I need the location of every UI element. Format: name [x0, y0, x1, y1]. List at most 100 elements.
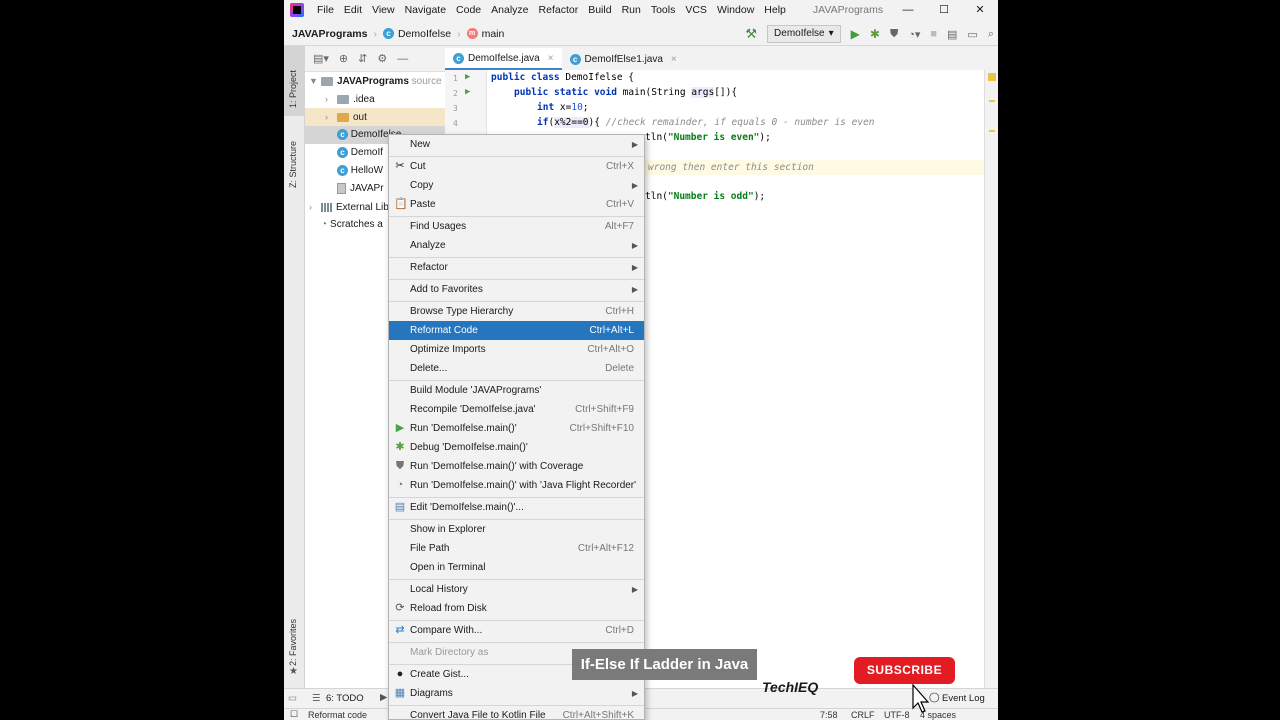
stop-icon[interactable]: ■: [930, 28, 937, 40]
terminal-icon[interactable]: ▭: [967, 28, 977, 41]
view-mode-icon[interactable]: ▤▾: [313, 52, 329, 65]
menu-refactor[interactable]: Refactor: [534, 0, 584, 20]
chevron-right-icon[interactable]: ›: [325, 108, 337, 126]
tree-item-label: External Lib: [336, 202, 389, 213]
menu-item-browse-type-hierarchy[interactable]: Browse Type Hierarchy Ctrl+H: [389, 302, 644, 321]
profile-icon[interactable]: ◔▾: [908, 28, 920, 41]
project-tool-tab[interactable]: 1: Project: [288, 70, 298, 108]
tree-item-out[interactable]: › out: [305, 108, 445, 126]
code-line-7: wrong then enter this section: [648, 162, 814, 173]
menu-item-diagrams[interactable]: ▦ Diagrams ▶: [389, 684, 644, 703]
chevron-right-icon[interactable]: ›: [325, 90, 337, 108]
close-tab-icon[interactable]: ×: [671, 54, 677, 65]
close-icon[interactable]: ✕: [962, 0, 998, 20]
menu-file[interactable]: File: [312, 0, 339, 20]
file-encoding[interactable]: UTF-8: [884, 710, 910, 720]
run-gutter-icon[interactable]: ▶: [465, 87, 470, 97]
menu-item-compare-with[interactable]: ⇄ Compare With... Ctrl+D: [389, 621, 644, 640]
breadcrumb-method[interactable]: main: [482, 28, 505, 40]
menu-item-edit-configuration[interactable]: ▤ Edit 'DemoIfelse.main()'...: [389, 498, 644, 517]
menu-item-cut[interactable]: ✂ Cut Ctrl+X: [389, 157, 644, 176]
chevron-right-icon[interactable]: ›: [309, 198, 321, 216]
menu-item-file-path[interactable]: File Path Ctrl+Alt+F12: [389, 539, 644, 558]
subscribe-button[interactable]: SUBSCRIBE: [854, 657, 955, 684]
menu-item-optimize-imports[interactable]: Optimize Imports Ctrl+Alt+O: [389, 340, 644, 359]
menu-item-build-module[interactable]: Build Module 'JAVAPrograms': [389, 381, 644, 400]
breadcrumb-project[interactable]: JAVAPrograms: [292, 28, 367, 40]
menu-view[interactable]: View: [367, 0, 400, 20]
menu-item-reformat-code[interactable]: Reformat Code Ctrl+Alt+L: [389, 321, 644, 340]
structure-tool-tab[interactable]: Z: Structure: [288, 141, 298, 188]
menu-analyze[interactable]: Analyze: [486, 0, 533, 20]
menu-item-find-usages[interactable]: Find Usages Alt+F7: [389, 217, 644, 236]
menu-navigate[interactable]: Navigate: [400, 0, 451, 20]
menu-item-reload-from-disk[interactable]: ⟳ Reload from Disk: [389, 599, 644, 618]
minimize-icon[interactable]: —: [890, 0, 926, 20]
todo-list-icon: ☰: [312, 693, 321, 704]
menu-item-debug[interactable]: ✱ Debug 'DemoIfelse.main()': [389, 438, 644, 457]
tree-item-label: DemoIf: [350, 147, 384, 158]
left-tool-strip: 1: Project Z: Structure 2: Favorites ★: [284, 46, 305, 710]
run-gutter-icon[interactable]: ▶: [465, 72, 470, 82]
menu-item-paste[interactable]: 📋 Paste Ctrl+V: [389, 195, 644, 214]
menu-window[interactable]: Window: [712, 0, 759, 20]
edit-config-icon: ▤: [394, 501, 406, 513]
build-hammer-icon[interactable]: ⚒: [745, 26, 757, 42]
tree-item-root[interactable]: ▼ JAVAPrograms source: [305, 72, 445, 90]
project-structure-icon[interactable]: ▤: [947, 28, 957, 41]
class-icon: c: [453, 52, 464, 64]
locate-target-icon[interactable]: ⊕: [339, 52, 348, 65]
menu-item-open-in-terminal[interactable]: Open in Terminal: [389, 558, 644, 577]
debug-bug-icon[interactable]: ✱: [870, 27, 880, 41]
error-stripe-marker[interactable]: [989, 100, 995, 102]
menu-item-local-history[interactable]: Local History ▶: [389, 580, 644, 599]
line-separator[interactable]: CRLF: [851, 710, 875, 720]
menu-item-analyze[interactable]: Analyze ▶: [389, 236, 644, 255]
menu-item-copy[interactable]: Copy ▶: [389, 176, 644, 195]
menu-code[interactable]: Code: [451, 0, 486, 20]
maximize-icon[interactable]: ☐: [926, 0, 962, 20]
event-log-tab[interactable]: Event Log: [942, 693, 985, 704]
todo-tab[interactable]: 6: TODO: [326, 693, 364, 704]
menu-edit[interactable]: Edit: [339, 0, 367, 20]
menu-vcs[interactable]: VCS: [680, 0, 712, 20]
close-tab-icon[interactable]: ×: [548, 53, 554, 64]
run-icon: ▶: [395, 422, 405, 434]
run-configuration-select[interactable]: DemoIfelse ▾: [767, 25, 841, 43]
tree-item-idea[interactable]: › .idea: [305, 90, 445, 108]
inspection-warning-icon[interactable]: [988, 73, 996, 81]
chevron-right-icon[interactable]: ▶: [380, 692, 387, 703]
menu-item-run-coverage[interactable]: ⛊ Run 'DemoIfelse.main()' with Coverage: [389, 457, 644, 476]
menu-help[interactable]: Help: [759, 0, 791, 20]
menu-item-new[interactable]: New ▶: [389, 135, 644, 154]
coverage-icon[interactable]: ⛊: [890, 28, 898, 41]
menu-item-run[interactable]: ▶ Run 'DemoIfelse.main()' Ctrl+Shift+F10: [389, 419, 644, 438]
chevron-down-icon[interactable]: ▼: [309, 72, 321, 90]
line-number: 2: [453, 89, 458, 98]
tab-demoifelse1-java[interactable]: c DemoIfElse1.java ×: [562, 48, 685, 70]
tree-item-label: JAVAPr: [350, 183, 384, 194]
menu-item-show-in-explorer[interactable]: Show in Explorer: [389, 520, 644, 539]
run-icon[interactable]: ▶: [851, 27, 860, 41]
menu-item-convert-to-kotlin[interactable]: Convert Java File to Kotlin File Ctrl+Alt…: [389, 706, 644, 720]
gear-icon[interactable]: ⚙: [377, 52, 387, 65]
menu-item-delete[interactable]: Delete... Delete: [389, 359, 644, 378]
breadcrumb-class[interactable]: DemoIfelse: [398, 28, 451, 40]
search-icon[interactable]: ⌕: [988, 28, 994, 41]
menu-run[interactable]: Run: [617, 0, 646, 20]
menu-tools[interactable]: Tools: [646, 0, 681, 20]
collapse-all-icon[interactable]: ⇵: [358, 52, 367, 65]
menu-item-run-flight-recorder[interactable]: ◔ Run 'DemoIfelse.main()' with 'Java Flig…: [389, 476, 644, 495]
file-icon: [337, 182, 346, 194]
caret-position[interactable]: 7:58: [820, 710, 838, 720]
layout-icon[interactable]: ▭: [288, 693, 297, 704]
menu-item-add-to-favorites[interactable]: Add to Favorites ▶: [389, 280, 644, 299]
tab-demoifelse-java[interactable]: c DemoIfelse.java ×: [445, 48, 562, 70]
status-checkbox-icon[interactable]: ☐: [290, 709, 298, 720]
menu-build[interactable]: Build: [583, 0, 616, 20]
error-stripe-marker[interactable]: [989, 130, 995, 132]
hide-icon[interactable]: —: [397, 53, 408, 65]
favorites-tool-tab[interactable]: 2: Favorites: [288, 619, 298, 666]
menu-item-refactor[interactable]: Refactor ▶: [389, 258, 644, 277]
menu-item-recompile[interactable]: Recompile 'DemoIfelse.java' Ctrl+Shift+F9: [389, 400, 644, 419]
